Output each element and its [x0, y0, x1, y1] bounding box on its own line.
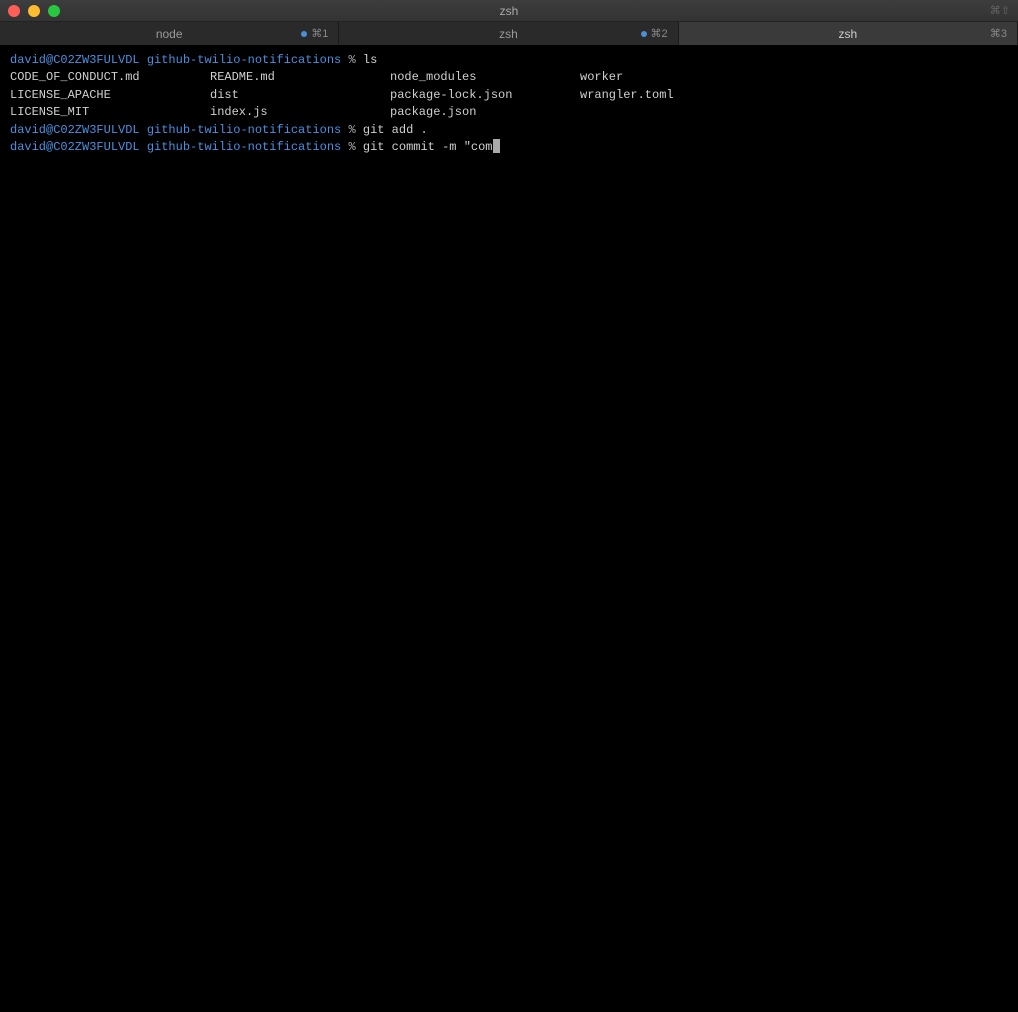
tab-label: zsh: [838, 27, 857, 41]
tab-modified-dot-icon: [301, 31, 307, 37]
tab-zsh-1[interactable]: zsh ⌘2: [339, 22, 678, 45]
tab-shortcut: ⌘2: [641, 27, 668, 40]
prompt-symbol: %: [348, 123, 355, 137]
tabbar: node ⌘1 zsh ⌘2 zsh ⌘3: [0, 22, 1018, 46]
ls-item: CODE_OF_CONDUCT.md: [10, 69, 210, 86]
ls-item: worker: [580, 69, 1008, 86]
command-text: ls: [363, 53, 377, 67]
titlebar-right-icon: ⌘⇧: [990, 4, 1010, 17]
ls-item: wrangler.toml: [580, 87, 1008, 104]
ls-item: LICENSE_APACHE: [10, 87, 210, 104]
prompt-path: github-twilio-notifications: [147, 140, 341, 154]
titlebar[interactable]: zsh ⌘⇧: [0, 0, 1018, 22]
terminal-prompt-line: david@C02ZW3FULVDL github-twilio-notific…: [10, 139, 1008, 156]
terminal-prompt-line: david@C02ZW3FULVDL github-twilio-notific…: [10, 52, 1008, 69]
tab-label: zsh: [499, 27, 518, 41]
terminal-prompt-line: david@C02ZW3FULVDL github-twilio-notific…: [10, 122, 1008, 139]
terminal-content[interactable]: david@C02ZW3FULVDL github-twilio-notific…: [0, 46, 1018, 1012]
ls-item: node_modules: [390, 69, 580, 86]
ls-item: dist: [210, 87, 390, 104]
tab-zsh-2[interactable]: zsh ⌘3: [679, 22, 1018, 45]
prompt-user-host: david@C02ZW3FULVDL: [10, 53, 140, 67]
ls-item: package-lock.json: [390, 87, 580, 104]
tab-label: node: [156, 27, 183, 41]
terminal-window: zsh ⌘⇧ node ⌘1 zsh ⌘2 zsh ⌘3 david@C02ZW…: [0, 0, 1018, 1012]
ls-output-row: CODE_OF_CONDUCT.mdREADME.mdnode_modulesw…: [10, 69, 1008, 86]
prompt-user-host: david@C02ZW3FULVDL: [10, 140, 140, 154]
prompt-symbol: %: [348, 53, 355, 67]
close-button[interactable]: [8, 5, 20, 17]
window-title: zsh: [500, 4, 519, 18]
tab-shortcut: ⌘3: [990, 27, 1007, 40]
tab-node[interactable]: node ⌘1: [0, 22, 339, 45]
minimize-button[interactable]: [28, 5, 40, 17]
maximize-button[interactable]: [48, 5, 60, 17]
ls-item: package.json: [390, 104, 580, 121]
ls-item: index.js: [210, 104, 390, 121]
ls-item: README.md: [210, 69, 390, 86]
prompt-symbol: %: [348, 140, 355, 154]
prompt-path: github-twilio-notifications: [147, 123, 341, 137]
ls-item: [580, 104, 1008, 121]
ls-item: LICENSE_MIT: [10, 104, 210, 121]
tab-shortcut: ⌘1: [301, 27, 328, 40]
tab-modified-dot-icon: [641, 31, 647, 37]
prompt-user-host: david@C02ZW3FULVDL: [10, 123, 140, 137]
command-text: git add .: [363, 123, 428, 137]
ls-output-row: LICENSE_APACHEdistpackage-lock.jsonwrang…: [10, 87, 1008, 104]
command-text: git commit -m "com: [363, 140, 493, 154]
traffic-lights: [8, 5, 60, 17]
prompt-path: github-twilio-notifications: [147, 53, 341, 67]
ls-output-row: LICENSE_MITindex.jspackage.json: [10, 104, 1008, 121]
cursor-icon: [493, 139, 500, 153]
